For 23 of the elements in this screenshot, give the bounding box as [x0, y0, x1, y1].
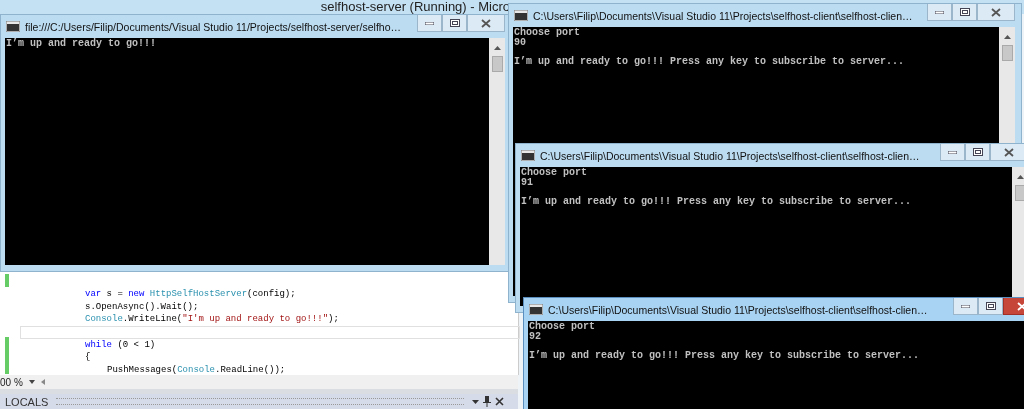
window-title: C:\Users\Filip\Documents\Visual Studio 11\Projects\selfhost-client\selfhost-clien…: [540, 149, 921, 162]
console-line: 91: [521, 176, 533, 188]
code-line: PushMessages(Console.ReadLine());: [107, 364, 286, 375]
code-line: {: [85, 352, 91, 362]
zoom-level[interactable]: 00 %: [0, 376, 23, 388]
code-line: while (0 < 1): [85, 339, 156, 350]
console-line: 90: [514, 36, 526, 48]
window-title: C:\Users\Filip\Documents\Visual Studio 11\Projects\selfhost-client\selfhost-clien…: [533, 9, 914, 22]
console-line: Choose port: [529, 321, 595, 332]
window-title: file:///C:/Users/Filip/Documents/Visual Studio 11/Projects/selfhost-server/selfho…: [25, 20, 402, 33]
console-line: Choose port: [514, 27, 580, 38]
console-line: I’m up and ready to go!!! Press any key to subscribe to server...: [514, 56, 905, 67]
code-line: Console.WriteLine("I'm up and ready to go!!!");: [85, 314, 339, 324]
window-title: C:\Users\Filip\Documents\Visual Studio 11\Projects\selfhost-client\selfhost-clien…: [548, 303, 929, 316]
console-line: I’m up and ready to go!!!: [6, 38, 157, 49]
code-line: var s = new HttpSelfHostServer(config);: [85, 289, 296, 299]
code-line: s.OpenAsync().Wait();: [85, 301, 199, 312]
console-line: Choose port: [521, 167, 587, 178]
code-editor[interactable]: var s = new HttpSelfHostServer(config); s.OpenAsync().Wait(); Console.WriteLine("I'm up and ready to go!!!"); while (0 < 1) { PushMessages(Console.ReadLine());: [0, 272, 519, 375]
panel-title: LOCALS: [4, 395, 49, 408]
console-line: I’m up and ready to go!!! Press any key to subscribe to server...: [529, 350, 920, 361]
console-line: I’m up and ready to go!!! Press any key to subscribe to server...: [521, 196, 912, 207]
console-line: 92: [529, 330, 541, 342]
